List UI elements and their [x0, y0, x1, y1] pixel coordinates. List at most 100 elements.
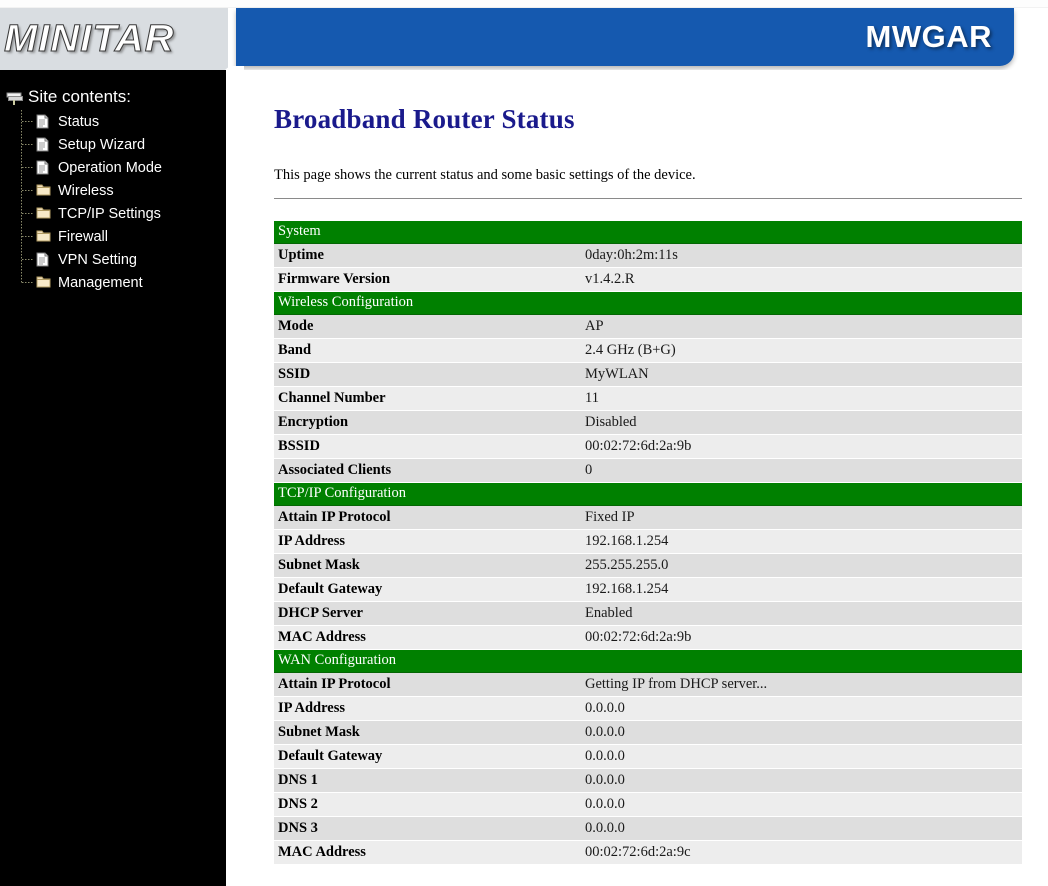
brand-logo-plate: MINITAR: [0, 8, 228, 70]
folder-icon: [36, 206, 51, 221]
tree-branch-line: [22, 213, 33, 214]
status-section-title: System: [274, 221, 1023, 244]
status-row-value: 00:02:72:6d:2a:9b: [576, 434, 1023, 459]
status-table-row: Encryption Disabled: [274, 410, 1023, 435]
status-table-row: Default Gateway 192.168.1.254: [274, 577, 1023, 602]
sidebar-item-firewall[interactable]: Firewall: [0, 225, 226, 248]
router-status-table: System Uptime 0day:0h:2m:11s Firmware Versi…: [274, 221, 1023, 865]
folder-icon: [36, 183, 51, 198]
status-row-label: BSSID: [274, 434, 576, 459]
status-row-label: SSID: [274, 362, 576, 387]
status-table-row: Default Gateway 0.0.0.0: [274, 744, 1023, 769]
status-row-label: Band: [274, 338, 576, 363]
status-section-title: TCP/IP Configuration: [274, 482, 1023, 506]
status-row-value: 00:02:72:6d:2a:9b: [576, 625, 1023, 650]
tree-branch-line: [22, 259, 33, 260]
status-table-row: BSSID 00:02:72:6d:2a:9b: [274, 434, 1023, 459]
status-row-value: 0.0.0.0: [576, 744, 1023, 769]
router-admin-page: MINITAR MWGAR Site contents: Status Setu…: [0, 0, 1048, 886]
model-name-text: MWGAR: [865, 19, 992, 54]
status-table-row: Attain IP Protocol Fixed IP: [274, 505, 1023, 530]
page-description: This page shows the current status and s…: [274, 167, 696, 183]
status-row-label: Mode: [274, 314, 576, 339]
status-row-label: DNS 3: [274, 816, 576, 841]
status-row-label: Subnet Mask: [274, 720, 576, 745]
status-row-label: Associated Clients: [274, 458, 576, 483]
status-section-title: Wireless Configuration: [274, 291, 1023, 315]
status-section-header: TCP/IP Configuration: [274, 482, 1023, 506]
status-row-value: MyWLAN: [576, 362, 1023, 387]
tree-branch-line: [22, 236, 33, 237]
status-row-value: v1.4.2.R: [576, 267, 1023, 292]
document-icon: [36, 114, 50, 129]
sidebar-item-tcpip-settings[interactable]: TCP/IP Settings: [0, 202, 226, 225]
sidebar-item-management[interactable]: Management: [0, 271, 226, 294]
status-row-label: Uptime: [274, 243, 576, 268]
status-table-row: SSID MyWLAN: [274, 362, 1023, 387]
status-row-value: 0.0.0.0: [576, 768, 1023, 793]
tree-branch-line: [22, 167, 33, 168]
sidebar-item-vpn-setting[interactable]: VPN Setting: [0, 248, 226, 271]
status-section-header: WAN Configuration: [274, 649, 1023, 673]
status-row-label: Attain IP Protocol: [274, 505, 576, 530]
sidebar-item-label: Setup Wizard: [58, 136, 146, 153]
status-table-row: DNS 1 0.0.0.0: [274, 768, 1023, 793]
sidebar-item-status[interactable]: Status: [0, 110, 226, 133]
status-table-row: IP Address 192.168.1.254: [274, 529, 1023, 554]
status-row-label: IP Address: [274, 696, 576, 721]
tree-branch-line: [22, 121, 33, 122]
status-row-value: 192.168.1.254: [576, 577, 1023, 602]
status-row-value: Fixed IP: [576, 505, 1023, 530]
page-title: Broadband Router Status: [274, 104, 575, 134]
status-row-value: 0.0.0.0: [576, 816, 1023, 841]
status-row-label: IP Address: [274, 529, 576, 554]
status-row-value: 00:02:72:6d:2a:9c: [576, 840, 1023, 865]
sidebar-item-list: Status Setup Wizard Operation Mode Wirel…: [0, 110, 226, 294]
status-table-row: DHCP Server Enabled: [274, 601, 1023, 626]
tree-branch-line: [22, 190, 33, 191]
sidebar-item-label: Firewall: [58, 228, 108, 245]
sidebar-item-label: Status: [58, 113, 100, 130]
status-row-label: Default Gateway: [274, 744, 576, 769]
status-table-row: IP Address 0.0.0.0: [274, 696, 1023, 721]
tree-branch-line: [22, 144, 33, 145]
folder-icon: [36, 275, 51, 290]
status-row-value: 0: [576, 458, 1023, 483]
status-row-label: MAC Address: [274, 625, 576, 650]
status-table-row: DNS 2 0.0.0.0: [274, 792, 1023, 817]
status-table-row: Subnet Mask 255.255.255.0: [274, 553, 1023, 578]
status-row-value: 2.4 GHz (B+G): [576, 338, 1023, 363]
status-row-value: Disabled: [576, 410, 1023, 435]
sidebar-root: Site contents:: [0, 84, 226, 110]
status-row-label: Default Gateway: [274, 577, 576, 602]
sidebar-item-wireless[interactable]: Wireless: [0, 179, 226, 202]
sidebar-item-label: Management: [58, 274, 143, 291]
sidebar-item-operation-mode[interactable]: Operation Mode: [0, 156, 226, 179]
status-table-row: MAC Address 00:02:72:6d:2a:9b: [274, 625, 1023, 650]
document-icon: [36, 160, 50, 175]
status-row-label: DHCP Server: [274, 601, 576, 626]
sidebar-nav: Site contents: Status Setup Wizard Opera…: [0, 70, 226, 886]
status-table-row: Band 2.4 GHz (B+G): [274, 338, 1023, 363]
document-icon: [36, 137, 50, 152]
status-table-body: System Uptime 0day:0h:2m:11s Firmware Versi…: [274, 221, 1023, 865]
status-table-row: Mode AP: [274, 314, 1023, 339]
model-banner: MWGAR: [236, 8, 1014, 66]
status-table-row: Associated Clients 0: [274, 458, 1023, 483]
status-row-value: 0.0.0.0: [576, 720, 1023, 745]
status-row-label: Attain IP Protocol: [274, 672, 576, 697]
status-table-row: DNS 3 0.0.0.0: [274, 816, 1023, 841]
status-row-value: 0.0.0.0: [576, 696, 1023, 721]
sidebar-item-setup-wizard[interactable]: Setup Wizard: [0, 133, 226, 156]
status-row-label: Subnet Mask: [274, 553, 576, 578]
sidebar-item-label: VPN Setting: [58, 251, 137, 268]
status-row-label: DNS 1: [274, 768, 576, 793]
status-table-row: Attain IP Protocol Getting IP from DHCP s…: [274, 672, 1023, 697]
status-row-label: Channel Number: [274, 386, 576, 411]
status-row-label: Encryption: [274, 410, 576, 435]
status-row-value: Enabled: [576, 601, 1023, 626]
status-table-row: Channel Number 11: [274, 386, 1023, 411]
status-row-value: 0day:0h:2m:11s: [576, 243, 1023, 268]
status-row-value: AP: [576, 314, 1023, 339]
status-row-value: 255.255.255.0: [576, 553, 1023, 578]
